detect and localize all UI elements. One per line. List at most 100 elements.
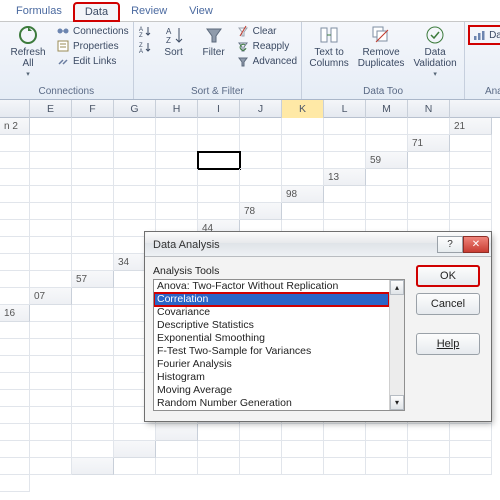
cell[interactable] — [240, 118, 282, 135]
list-item[interactable]: Covariance — [154, 306, 389, 319]
cell[interactable] — [0, 288, 30, 305]
cell[interactable] — [156, 169, 198, 186]
cell[interactable] — [408, 424, 450, 441]
cell[interactable] — [156, 152, 198, 169]
cell[interactable] — [240, 152, 282, 169]
cell[interactable] — [198, 186, 240, 203]
cell[interactable] — [72, 356, 114, 373]
cell[interactable] — [0, 271, 30, 288]
cell[interactable] — [72, 237, 114, 254]
cell[interactable] — [324, 135, 366, 152]
cell[interactable] — [72, 424, 114, 441]
row-label-cell[interactable]: 13 — [324, 169, 366, 186]
row-label-cell[interactable]: 59 — [366, 152, 408, 169]
sort-za-button[interactable]: ZA — [138, 40, 152, 54]
cell[interactable] — [282, 152, 324, 169]
cell[interactable] — [72, 373, 114, 390]
cell[interactable] — [0, 407, 30, 424]
cell[interactable] — [408, 203, 450, 220]
row-label-cell[interactable]: 21 — [450, 118, 492, 135]
cell[interactable] — [450, 441, 492, 458]
cell[interactable] — [30, 237, 72, 254]
dialog-titlebar[interactable]: Data Analysis ? ✕ — [145, 232, 491, 257]
cell[interactable] — [72, 254, 114, 271]
cell[interactable] — [324, 458, 366, 475]
sort-button[interactable]: AZ Sort — [156, 24, 192, 58]
analysis-tools-listbox[interactable]: Anova: Two-Factor Without ReplicationCor… — [153, 279, 405, 411]
text-to-columns-button[interactable]: Text to Columns — [306, 24, 352, 69]
row-label-cell[interactable]: 16 — [0, 305, 30, 322]
cell[interactable] — [156, 441, 198, 458]
cell[interactable] — [366, 118, 408, 135]
cell[interactable] — [198, 203, 240, 220]
col-header[interactable]: K — [282, 100, 324, 118]
cell[interactable] — [282, 441, 324, 458]
cell[interactable] — [324, 441, 366, 458]
cell[interactable] — [450, 152, 492, 169]
data-validation-button[interactable]: Data Validation ▾ — [410, 24, 460, 78]
cell[interactable] — [114, 458, 156, 475]
cell[interactable] — [324, 186, 366, 203]
cell[interactable] — [408, 186, 450, 203]
cell[interactable] — [156, 135, 198, 152]
cell[interactable] — [30, 407, 72, 424]
col-header[interactable]: G — [114, 100, 156, 118]
cell[interactable] — [198, 169, 240, 186]
cell[interactable] — [450, 458, 492, 475]
cell[interactable] — [198, 458, 240, 475]
cell[interactable] — [30, 186, 72, 203]
col-header[interactable]: H — [156, 100, 198, 118]
list-item[interactable]: Random Number Generation — [154, 397, 389, 410]
cell[interactable] — [197, 151, 241, 170]
row-label-cell[interactable] — [72, 458, 114, 475]
cell[interactable] — [114, 135, 156, 152]
cell[interactable] — [72, 407, 114, 424]
cell[interactable] — [240, 458, 282, 475]
cell[interactable] — [30, 339, 72, 356]
cell[interactable] — [198, 135, 240, 152]
cell[interactable] — [450, 169, 492, 186]
cell[interactable] — [156, 118, 198, 135]
row-label-cell[interactable] — [114, 441, 156, 458]
cell[interactable] — [366, 169, 408, 186]
sort-az-button[interactable]: AZ — [138, 24, 152, 38]
cell[interactable] — [114, 186, 156, 203]
list-item[interactable]: Moving Average — [154, 384, 389, 397]
data-analysis-button[interactable]: Data Analysis — [469, 26, 500, 44]
row-label-cell[interactable]: 57 — [72, 271, 114, 288]
cell[interactable] — [72, 390, 114, 407]
cell[interactable] — [30, 271, 72, 288]
cell[interactable] — [72, 339, 114, 356]
cell[interactable] — [0, 475, 30, 492]
cell[interactable] — [72, 322, 114, 339]
cell[interactable] — [114, 169, 156, 186]
col-header[interactable]: F — [72, 100, 114, 118]
cell[interactable] — [0, 220, 30, 237]
help-button[interactable]: Help — [416, 333, 480, 355]
cell[interactable] — [0, 339, 30, 356]
dialog-close-icon[interactable]: ✕ — [463, 236, 489, 253]
cell[interactable] — [240, 424, 282, 441]
cell[interactable] — [240, 169, 282, 186]
tab-data[interactable]: Data — [74, 3, 119, 21]
cell[interactable] — [30, 390, 72, 407]
row-label-cell[interactable]: 98 — [282, 186, 324, 203]
cell[interactable] — [30, 203, 72, 220]
cell[interactable] — [0, 390, 30, 407]
cell[interactable] — [0, 441, 30, 458]
cell[interactable] — [0, 254, 30, 271]
cell[interactable] — [0, 203, 30, 220]
cell[interactable] — [366, 424, 408, 441]
cell[interactable] — [324, 203, 366, 220]
cell[interactable] — [156, 203, 198, 220]
cell[interactable] — [30, 169, 72, 186]
cell[interactable] — [408, 441, 450, 458]
list-item[interactable]: Histogram — [154, 371, 389, 384]
reapply-button[interactable]: Reapply — [236, 39, 297, 53]
cell[interactable] — [156, 458, 198, 475]
cell[interactable] — [72, 203, 114, 220]
cell[interactable] — [0, 373, 30, 390]
filter-button[interactable]: Filter — [196, 24, 232, 58]
cell[interactable] — [72, 186, 114, 203]
refresh-all-button[interactable]: Refresh All ▾ — [4, 24, 52, 78]
